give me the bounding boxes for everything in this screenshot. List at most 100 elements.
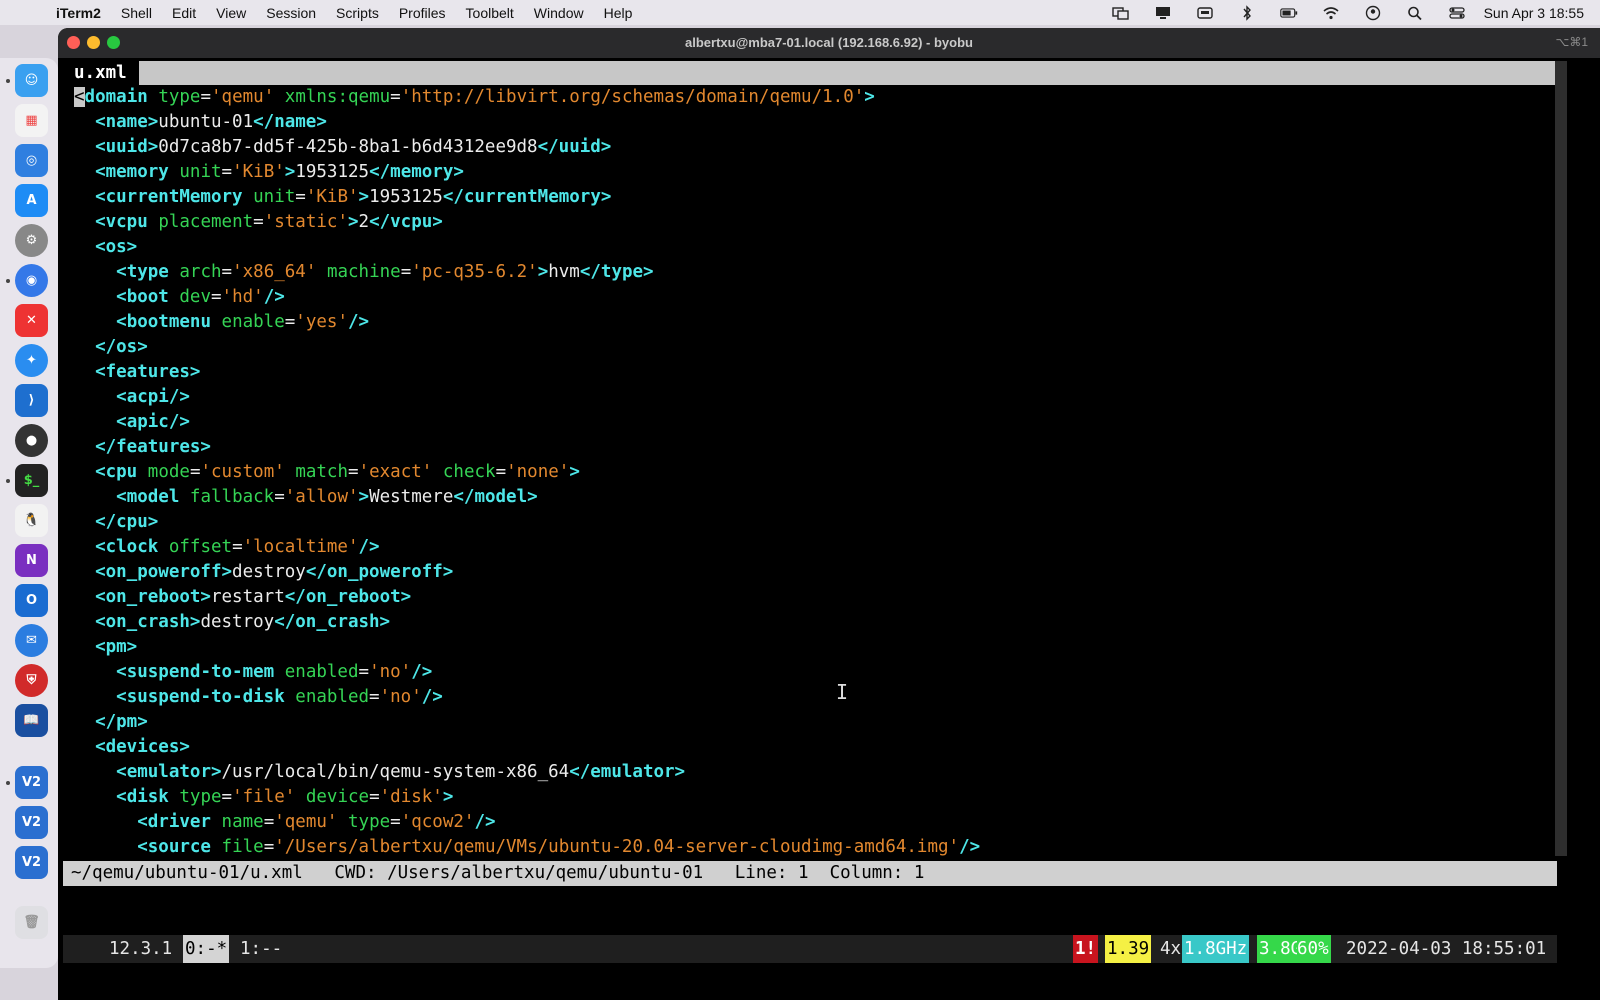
chrome-icon[interactable]: ◉: [15, 264, 48, 297]
code-line[interactable]: </features>: [74, 435, 1554, 460]
utm-vm-2-icon[interactable]: V2: [15, 806, 48, 839]
security-app-icon[interactable]: ⛨: [15, 664, 48, 697]
code-line[interactable]: <os>: [74, 235, 1554, 260]
code-line[interactable]: </cpu>: [74, 510, 1554, 535]
code-line[interactable]: <name>ubuntu-01</name>: [74, 110, 1554, 135]
code-token: <emulator>: [116, 762, 222, 782]
qq-icon[interactable]: 🐧: [15, 504, 48, 537]
code-token: </model>: [453, 487, 538, 507]
menu-app-name[interactable]: iTerm2: [46, 5, 111, 21]
menu-shell[interactable]: Shell: [111, 5, 162, 21]
code-line[interactable]: <cpu mode='custom' match='exact' check='…: [74, 460, 1554, 485]
code-line[interactable]: <memory unit='KiB'>1953125</memory>: [74, 160, 1554, 185]
user-icon[interactable]: [1352, 0, 1394, 25]
code-line[interactable]: <uuid>0d7ca8b7-dd5f-425b-8ba1-b6d4312ee9…: [74, 135, 1554, 160]
battery-icon[interactable]: [1268, 0, 1310, 25]
menu-profiles[interactable]: Profiles: [389, 5, 456, 21]
menu-edit[interactable]: Edit: [162, 5, 206, 21]
system-preferences-icon[interactable]: ⚙: [15, 224, 48, 257]
thunderbird-icon[interactable]: ✉: [15, 624, 48, 657]
search-icon[interactable]: [1394, 0, 1436, 25]
code-line[interactable]: <currentMemory unit='KiB'>1953125</curre…: [74, 185, 1554, 210]
safari-icon[interactable]: ✦: [15, 344, 48, 377]
code-token: enabled: [295, 687, 370, 707]
wifi-icon[interactable]: [1310, 0, 1352, 25]
code-line[interactable]: <devices>: [74, 735, 1554, 760]
outlook-icon[interactable]: O: [15, 584, 48, 617]
trash-icon[interactable]: 🗑: [15, 906, 48, 939]
code-token: 'file': [232, 787, 296, 807]
vscode-icon[interactable]: ⟩: [15, 384, 48, 417]
code-line[interactable]: <acpi/>: [74, 385, 1554, 410]
kindle-icon[interactable]: 📖: [15, 704, 48, 737]
utm-vm-1-icon[interactable]: V2: [15, 766, 48, 799]
code-line[interactable]: </pm>: [74, 710, 1554, 735]
xmind-icon[interactable]: ✕: [15, 304, 48, 337]
scrollbar[interactable]: [1555, 61, 1567, 856]
code-line[interactable]: <on_reboot>restart</on_reboot>: [74, 585, 1554, 610]
control-center-icon[interactable]: [1436, 0, 1478, 25]
launchpad-icon[interactable]: ▦: [15, 104, 48, 137]
iterm2-icon[interactable]: $_: [15, 464, 48, 497]
code-line[interactable]: <boot dev='hd'/>: [74, 285, 1554, 310]
menu-view[interactable]: View: [206, 5, 256, 21]
code-line[interactable]: <on_crash>destroy</on_crash>: [74, 610, 1554, 635]
screens-icon[interactable]: [1100, 0, 1142, 25]
finder-icon[interactable]: ☺: [15, 64, 48, 97]
menubar-clock[interactable]: Sun Apr 3 18:55: [1478, 5, 1600, 21]
code-token: />: [959, 837, 981, 857]
code-token: <clock: [95, 537, 159, 557]
code-line[interactable]: <driver name='qemu' type='qcow2'/>: [74, 810, 1554, 835]
code-token: type: [158, 87, 201, 107]
menu-scripts[interactable]: Scripts: [326, 5, 389, 21]
code-token: =: [400, 262, 412, 282]
app-store-icon[interactable]: A: [15, 184, 48, 217]
menu-toolbelt[interactable]: Toolbelt: [456, 5, 524, 21]
utm-vm-3-icon[interactable]: V2: [15, 846, 48, 879]
byobu-datetime: 2022-04-03 18:55:01: [1346, 939, 1547, 959]
code-token: <suspend-to-mem: [116, 662, 275, 682]
byobu-window-active[interactable]: 0:-*: [183, 935, 230, 963]
code-line[interactable]: <domain type='qemu' xmlns:qemu='http://l…: [74, 85, 1554, 110]
editor-tab-active[interactable]: u.xml: [66, 61, 139, 85]
code-token: <on_crash>: [95, 612, 201, 632]
code-line[interactable]: </os>: [74, 335, 1554, 360]
code-line[interactable]: <pm>: [74, 635, 1554, 660]
code-line[interactable]: <type arch='x86_64' machine='pc-q35-6.2'…: [74, 260, 1554, 285]
menu-help[interactable]: Help: [594, 5, 643, 21]
code-line[interactable]: <clock offset='localtime'/>: [74, 535, 1554, 560]
code-token: restart: [210, 587, 285, 607]
code-line[interactable]: <vcpu placement='static'>2</vcpu>: [74, 210, 1554, 235]
code-line[interactable]: <apic/>: [74, 410, 1554, 435]
onenote-icon[interactable]: N: [15, 544, 48, 577]
airdrop-icon[interactable]: ◎: [15, 144, 48, 177]
code-line[interactable]: <features>: [74, 360, 1554, 385]
window-titlebar[interactable]: albertxu@mba7-01.local (192.168.6.92) - …: [58, 28, 1600, 58]
code-token: =: [200, 87, 212, 107]
menu-session[interactable]: Session: [256, 5, 326, 21]
code-token: <apic/>: [116, 412, 190, 432]
code-line[interactable]: <disk type='file' device='disk'>: [74, 785, 1554, 810]
code-line[interactable]: <suspend-to-disk enabled='no'/>: [74, 685, 1554, 710]
code-token: <acpi/>: [116, 387, 190, 407]
code-line[interactable]: <model fallback='allow'>Westmere</model>: [74, 485, 1554, 510]
code-line[interactable]: <bootmenu enable='yes'/>: [74, 310, 1554, 335]
code-line[interactable]: <on_poweroff>destroy</on_poweroff>: [74, 560, 1554, 585]
code-line[interactable]: <emulator>/usr/local/bin/qemu-system-x86…: [74, 760, 1554, 785]
code-token: =: [348, 462, 359, 482]
editor-buffer[interactable]: <domain type='qemu' xmlns:qemu='http://l…: [74, 85, 1554, 860]
bluetooth-icon[interactable]: [1226, 0, 1268, 25]
display-icon[interactable]: [1142, 0, 1184, 25]
keyboard-icon[interactable]: [1184, 0, 1226, 25]
byobu-window-other[interactable]: 1:--: [240, 935, 282, 963]
os-version: 12.3.1: [109, 939, 173, 959]
code-line[interactable]: <suspend-to-mem enabled='no'/>: [74, 660, 1554, 685]
obs-icon[interactable]: ●: [15, 424, 48, 457]
menu-window[interactable]: Window: [524, 5, 594, 21]
code-line[interactable]: <source file='/Users/albertxu/qemu/VMs/u…: [74, 835, 1554, 860]
